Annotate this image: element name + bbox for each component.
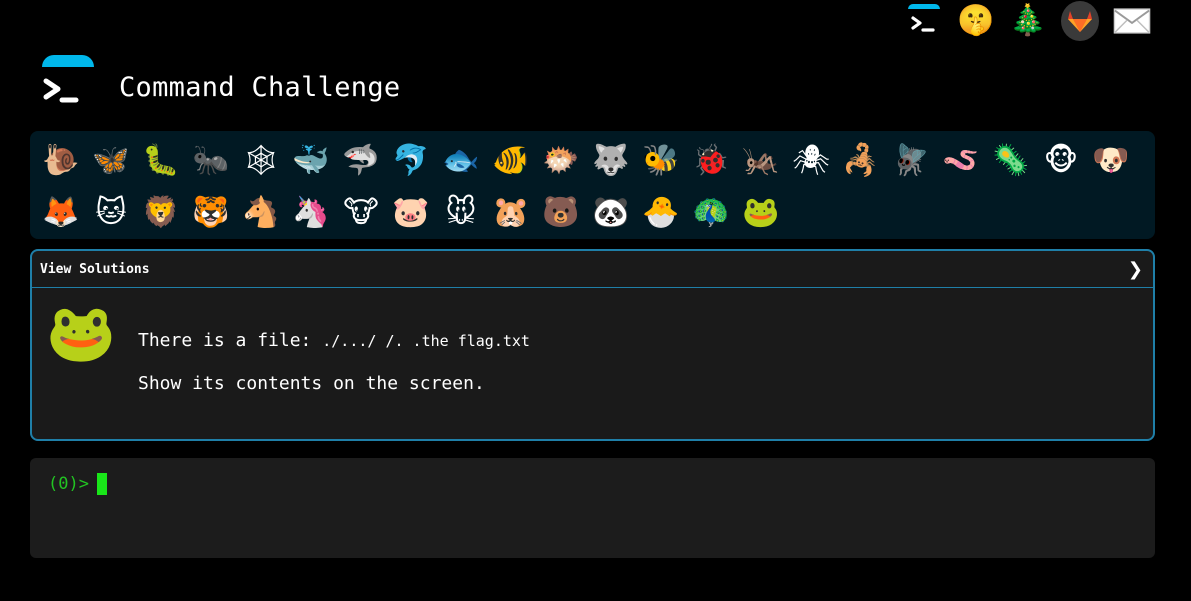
animal-challenge-icon[interactable]: 🐡 (536, 136, 586, 186)
animal-challenge-icon[interactable]: 🦗 (736, 136, 786, 186)
animal-challenge-icon[interactable]: 🪱 (936, 136, 986, 186)
page: 🤫 🎄 Command Challenge 🐌 🦋 🐛 🐜 🕸 🐳 🦈 🐬 🐟 … (0, 0, 1191, 601)
frog-avatar-icon: 🐸 (46, 301, 116, 366)
animal-challenge-icon[interactable]: 🐞 (686, 136, 736, 186)
animal-challenge-icon[interactable]: 🐼 (586, 188, 636, 238)
terminal-logo-icon (43, 78, 79, 103)
animal-challenge-icon[interactable]: 🦈 (336, 136, 386, 186)
animal-challenge-icon[interactable]: 🐴 (236, 188, 286, 238)
animal-row-2: 🦊 🐱 🦁 🐯 🐴 🦄 🐮 🐷 🐭 🐹 🐻 🐼 🐣 🦚 🐸 (36, 187, 1149, 239)
page-title: Command Challenge (119, 72, 401, 103)
animal-challenge-icon[interactable]: 🐵 (1036, 136, 1086, 186)
terminal-cursor (96, 473, 107, 495)
christmas-tree-icon[interactable]: 🎄 (1009, 2, 1047, 40)
view-solutions-toggle[interactable]: View Solutions ❯ (32, 251, 1153, 288)
gitlab-icon[interactable] (1061, 1, 1099, 41)
animal-challenge-icon[interactable]: 🐝 (636, 136, 686, 186)
animal-challenge-icon[interactable]: 🕸 (236, 136, 286, 186)
animal-challenge-icon[interactable]: 🦄 (286, 188, 336, 238)
app-logo[interactable] (40, 55, 94, 109)
animal-challenge-icon[interactable]: 🐮 (336, 188, 386, 238)
animal-challenge-icon[interactable]: 🐱 (86, 188, 136, 238)
animal-challenge-icon[interactable]: 🐸 (736, 188, 786, 238)
animal-challenge-icon[interactable]: 🐻 (536, 188, 586, 238)
animal-challenge-icon[interactable]: 🐜 (186, 136, 236, 186)
animal-challenge-icon[interactable]: 🦊 (36, 188, 86, 238)
terminal[interactable]: (0)> (30, 458, 1155, 558)
animal-challenge-icon[interactable]: 🐭 (436, 188, 486, 238)
animal-challenge-icon[interactable]: 🐹 (486, 188, 536, 238)
animal-challenge-icon[interactable]: 🐺 (586, 136, 636, 186)
animal-challenge-icon[interactable]: 🐷 (386, 188, 436, 238)
prompt-line[interactable]: (0)> (48, 472, 1137, 496)
animal-challenge-icon[interactable]: 🐯 (186, 188, 236, 238)
animal-challenge-icon[interactable]: 🐳 (286, 136, 336, 186)
challenge-instruction: Show its contents on the screen. (138, 373, 485, 394)
challenge-body: 🐸 There is a file: ./.../ /. .the flag.t… (32, 288, 1153, 439)
animal-challenge-icon[interactable]: 🐬 (386, 136, 436, 186)
terminal-icon[interactable] (905, 2, 943, 40)
challenge-description: There is a file: ./.../ /. .the flag.txt (138, 330, 530, 351)
challenge-file-path: ./.../ /. .the flag.txt (322, 332, 530, 350)
animal-challenge-icon[interactable]: 🪰 (886, 136, 936, 186)
animal-challenge-icon[interactable]: 🐟 (436, 136, 486, 186)
top-toolbar: 🤫 🎄 (905, 0, 1151, 42)
animal-challenge-icon[interactable]: 🐠 (486, 136, 536, 186)
challenge-panel: View Solutions ❯ 🐸 There is a file: ./..… (30, 249, 1155, 441)
animal-challenge-icon[interactable]: 🐣 (636, 188, 686, 238)
challenge-prefix: There is a file: (138, 330, 323, 351)
chevron-right-icon: ❯ (1127, 258, 1143, 280)
terminal-prompt: (0)> (48, 474, 89, 494)
animal-challenge-icon[interactable]: 🦠 (986, 136, 1036, 186)
animal-challenge-icon[interactable]: 🕷 (786, 136, 836, 186)
view-solutions-label: View Solutions (40, 261, 150, 277)
animal-challenge-icon[interactable]: 🦁 (136, 188, 186, 238)
envelope-icon[interactable] (1113, 2, 1151, 40)
animal-challenge-icon[interactable]: 🦋 (86, 136, 136, 186)
animal-challenge-icon[interactable]: 🐌 (36, 136, 86, 186)
animal-challenge-icon[interactable]: 🦚 (686, 188, 736, 238)
animal-challenge-icon[interactable]: 🐛 (136, 136, 186, 186)
animal-challenge-icon[interactable]: 🦂 (836, 136, 886, 186)
challenge-progress-bar: 🐌 🦋 🐛 🐜 🕸 🐳 🦈 🐬 🐟 🐠 🐡 🐺 🐝 🐞 🦗 🕷 🦂 🪰 🪱 🦠 🐵 🐶 🦊 🐱 🦁 🐯 🐴 🦄 🐮 🐷 🐭 🐹 🐻 🐼 🐣 🦚 🐸 (30, 131, 1155, 239)
animal-challenge-icon[interactable]: 🐶 (1086, 136, 1136, 186)
shushing-face-icon[interactable]: 🤫 (957, 2, 995, 40)
animal-row-1: 🐌 🦋 🐛 🐜 🕸 🐳 🦈 🐬 🐟 🐠 🐡 🐺 🐝 🐞 🦗 🕷 🦂 🪰 🪱 🦠 🐵 🐶 (36, 135, 1149, 187)
